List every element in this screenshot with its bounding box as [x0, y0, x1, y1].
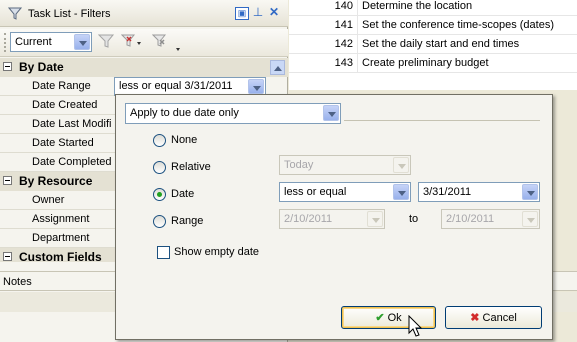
- row-label: Date Last Modifi: [32, 118, 112, 130]
- cancel-button-content: ✖ Cancel: [470, 312, 517, 324]
- radio-none-label: None: [171, 134, 198, 146]
- divider: [344, 120, 540, 121]
- row-label: Date Created: [32, 99, 98, 111]
- relative-value: Today: [284, 159, 314, 171]
- row-label: Assignment: [32, 213, 90, 225]
- date-operator-select[interactable]: less or equal: [279, 182, 411, 202]
- task-number: 142: [334, 38, 353, 50]
- task-name: Set the daily start and end times: [357, 35, 519, 54]
- filter-icon: [8, 7, 22, 20]
- collapse-icon[interactable]: [3, 62, 12, 71]
- group-label: By Resource: [19, 174, 93, 188]
- group-by-date[interactable]: By Date: [0, 58, 288, 77]
- date-operator-value: less or equal: [284, 186, 347, 198]
- window-restore-icon[interactable]: ▣: [235, 7, 249, 20]
- date-filter-popup: Apply to due date only None Relative Tod…: [115, 94, 553, 340]
- task-number: 140: [334, 0, 353, 12]
- panel-title: Task List - Filters: [28, 8, 111, 20]
- filter-toolbar: Current: [0, 29, 288, 57]
- chevron-down-icon[interactable]: [393, 184, 409, 200]
- chevron-down-icon[interactable]: [393, 157, 409, 173]
- filter-row-department[interactable]: Department: [0, 229, 116, 248]
- pin-icon[interactable]: ⊥: [251, 6, 265, 20]
- mouse-cursor-icon: [408, 315, 423, 337]
- filter-row-date-started[interactable]: Date Started: [0, 134, 116, 153]
- table-row[interactable]: 140 Determine the location: [289, 0, 577, 16]
- cancel-button[interactable]: ✖ Cancel: [445, 306, 542, 329]
- table-row[interactable]: 141 Set the conference time-scopes (date…: [289, 16, 577, 35]
- radio-none[interactable]: [153, 134, 166, 147]
- chevron-down-icon[interactable]: [74, 34, 90, 50]
- chevron-down-icon[interactable]: [248, 79, 264, 94]
- range-to-label: to: [409, 213, 419, 225]
- filter-gray-icon[interactable]: [98, 34, 116, 50]
- filter-clear-icon[interactable]: [152, 34, 182, 54]
- chevron-down-icon[interactable]: [323, 105, 339, 121]
- scroll-up-button[interactable]: [270, 60, 285, 75]
- show-empty-date-label: Show empty date: [174, 246, 259, 258]
- apply-to-value: Apply to due date only: [130, 107, 239, 119]
- filter-row-date-last-modified[interactable]: Date Last Modifi: [0, 115, 116, 134]
- row-label: Owner: [32, 194, 65, 206]
- chevron-down-icon[interactable]: [367, 211, 383, 227]
- show-empty-date-checkbox[interactable]: [157, 246, 170, 259]
- task-list: 140 Determine the location 141 Set the c…: [289, 0, 577, 90]
- row-label: Date Range: [32, 80, 91, 92]
- radio-date[interactable]: [153, 188, 166, 201]
- apply-to-select[interactable]: Apply to due date only: [125, 103, 341, 124]
- date-value-input[interactable]: 3/31/2011: [418, 182, 540, 202]
- radio-range-label: Range: [171, 215, 204, 227]
- toolbar-grip[interactable]: [4, 33, 6, 52]
- ok-label: Ok: [387, 312, 402, 324]
- cancel-label: Cancel: [482, 312, 517, 324]
- range-from-value: 2/10/2011: [284, 213, 333, 225]
- checkmark-icon: ✔: [375, 312, 385, 324]
- filter-row-date-range[interactable]: Date Range: [0, 77, 116, 96]
- view-select[interactable]: Current: [10, 32, 92, 52]
- filter-row-owner[interactable]: Owner: [0, 191, 116, 210]
- group-label: By Date: [19, 60, 64, 74]
- view-select-value: Current: [15, 36, 52, 48]
- table-row[interactable]: 142 Set the daily start and end times: [289, 35, 577, 54]
- row-label: Date Started: [32, 137, 94, 149]
- radio-date-label: Date: [171, 188, 195, 200]
- task-name: Set the conference time-scopes (dates): [357, 16, 554, 35]
- range-to-value: 2/10/2011: [446, 213, 495, 225]
- row-label: Date Completed: [32, 156, 112, 168]
- panel-title-bar: Task List - Filters ▣ ⊥ ✕: [0, 0, 288, 27]
- row-label: Department: [32, 232, 90, 244]
- chevron-down-icon[interactable]: [522, 184, 538, 200]
- task-name: Create preliminary budget: [357, 54, 489, 73]
- date-range-value: less or equal 3/31/2011: [119, 80, 233, 92]
- filter-row-date-created[interactable]: Date Created: [0, 96, 116, 115]
- radio-relative[interactable]: [153, 161, 166, 174]
- task-number: 141: [334, 19, 353, 31]
- cancel-x-icon: ✖: [470, 312, 480, 324]
- relative-select[interactable]: Today: [279, 155, 411, 175]
- collapse-icon[interactable]: [3, 252, 12, 261]
- filter-row-date-completed[interactable]: Date Completed: [0, 153, 116, 172]
- table-row[interactable]: 143 Create preliminary budget: [289, 54, 577, 73]
- close-icon[interactable]: ✕: [267, 6, 281, 20]
- range-from-select[interactable]: 2/10/2011: [279, 209, 385, 229]
- group-label: Custom Fields: [19, 250, 102, 262]
- ok-button-content: ✔ Ok: [375, 312, 401, 324]
- notes-label: Notes: [3, 276, 32, 288]
- radio-relative-label: Relative: [171, 161, 211, 173]
- radio-range[interactable]: [153, 215, 166, 228]
- filter-options-icon[interactable]: [121, 34, 143, 50]
- task-number: 143: [334, 57, 353, 69]
- date-value: 3/31/2011: [423, 186, 472, 198]
- chevron-down-icon[interactable]: [522, 211, 538, 227]
- task-name: Determine the location: [357, 0, 472, 16]
- range-to-select[interactable]: 2/10/2011: [441, 209, 540, 229]
- collapse-icon[interactable]: [3, 176, 12, 185]
- filter-row-assignment[interactable]: Assignment: [0, 210, 116, 229]
